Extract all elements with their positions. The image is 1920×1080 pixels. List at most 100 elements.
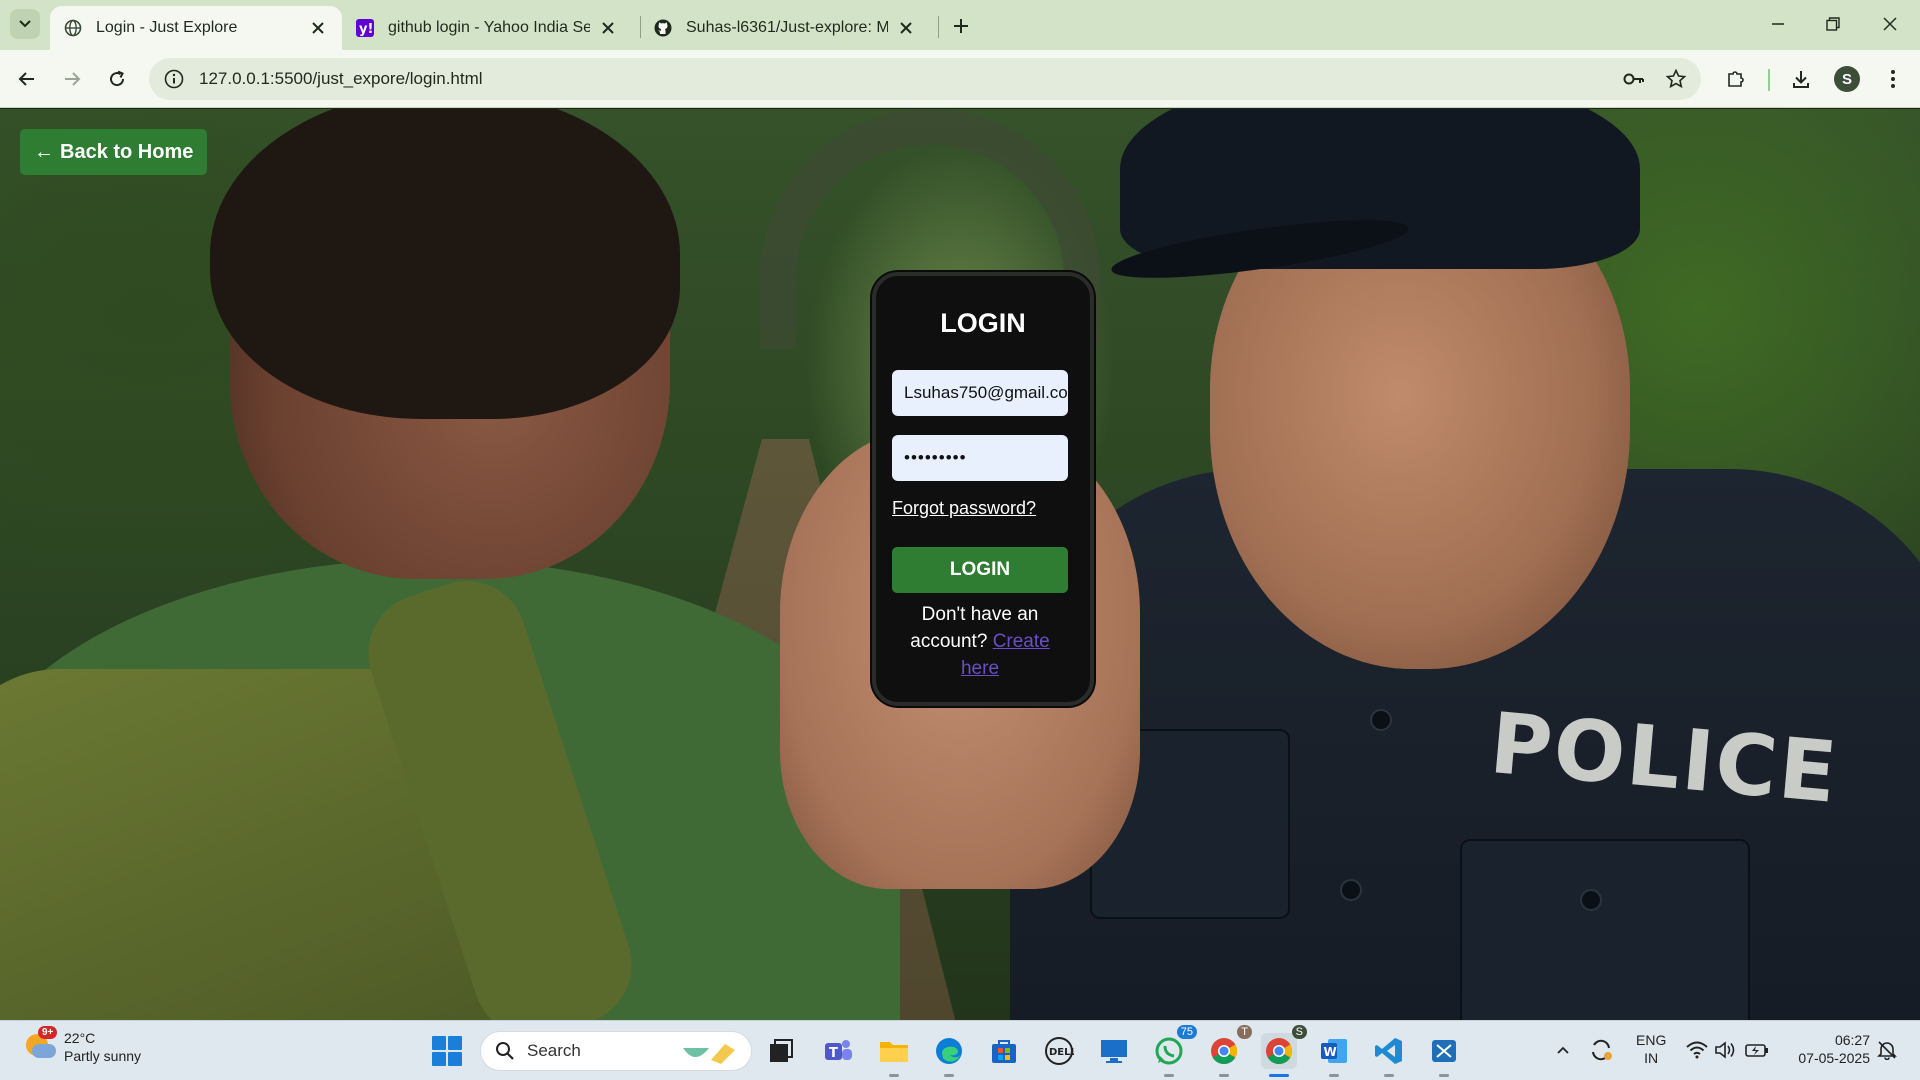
kebab-menu-icon	[1891, 70, 1895, 88]
vscode-icon	[1375, 1038, 1402, 1064]
arrow-right-icon	[65, 72, 81, 86]
tab-title: Login - Just Explore	[96, 19, 238, 36]
chevron-down-icon	[19, 20, 31, 28]
volume-button[interactable]	[1712, 1037, 1738, 1063]
battery-button[interactable]	[1744, 1037, 1770, 1063]
restore-icon	[1826, 17, 1840, 31]
downloads-button[interactable]	[1784, 62, 1818, 96]
region-code: IN	[1644, 1050, 1659, 1066]
uniform-pocket-right	[1460, 839, 1750, 1020]
plus-icon	[954, 19, 968, 33]
uniform-button	[1340, 879, 1362, 901]
svg-text:DELL: DELL	[1049, 1047, 1074, 1058]
show-hidden-icons-button[interactable]	[1550, 1037, 1576, 1063]
new-tab-button[interactable]	[947, 12, 975, 40]
store-app[interactable]	[986, 1033, 1022, 1069]
teams-app[interactable]: T	[820, 1033, 856, 1069]
file-explorer-app[interactable]	[876, 1033, 912, 1077]
github-icon	[654, 19, 672, 37]
monitor-icon	[1101, 1040, 1127, 1063]
notifications-button[interactable]	[1874, 1037, 1900, 1063]
sync-status-button[interactable]	[1588, 1037, 1614, 1063]
bookmark-star-icon[interactable]	[1659, 62, 1693, 96]
back-to-home-button[interactable]: ← Back to Home	[20, 129, 208, 175]
svg-text:y!: y!	[359, 22, 373, 37]
weather-temp: 22°C	[64, 1030, 96, 1046]
close-window-button[interactable]	[1868, 8, 1912, 40]
battery-charging-icon	[1745, 1044, 1768, 1057]
task-view-button[interactable]	[763, 1033, 799, 1069]
close-icon[interactable]	[308, 18, 328, 38]
url-text[interactable]: 127.0.0.1:5500/just_expore/login.html	[199, 69, 1617, 89]
search-highlight-icon	[683, 1044, 735, 1064]
weather-widget[interactable]: 9+ 22°C Partly sunny	[22, 1026, 141, 1065]
reload-button[interactable]	[100, 62, 134, 96]
bell-icon	[1877, 1041, 1897, 1060]
speaker-icon	[1715, 1041, 1735, 1059]
notification-badge: 9+	[38, 1026, 58, 1039]
minimize-icon	[1772, 23, 1784, 25]
login-button[interactable]: LOGIN	[892, 547, 1068, 593]
edge-app[interactable]	[931, 1033, 967, 1077]
tab-search-button[interactable]	[10, 9, 40, 39]
input-language-button[interactable]: ENG IN	[1636, 1031, 1666, 1067]
dell-app[interactable]: DELL	[1041, 1033, 1077, 1069]
menu-button[interactable]	[1876, 62, 1910, 96]
site-info-icon[interactable]	[163, 68, 185, 90]
whatsapp-badge: 75	[1176, 1025, 1197, 1039]
arrow-left-icon: ←	[34, 140, 54, 163]
close-icon[interactable]	[598, 18, 618, 38]
password-key-icon[interactable]	[1617, 62, 1651, 96]
close-icon	[1883, 17, 1897, 31]
page-viewport: POLICE ← Back to Home LOGIN Lsuhas750@gm…	[0, 109, 1920, 1020]
clock-date: 07-05-2025	[1798, 1050, 1870, 1066]
wifi-icon	[1686, 1041, 1708, 1059]
sync-icon	[1592, 1039, 1612, 1061]
vscode-app[interactable]	[1371, 1033, 1407, 1077]
reload-icon	[110, 70, 125, 87]
extensions-button[interactable]	[1719, 62, 1753, 96]
tab-separator	[938, 16, 939, 38]
store-icon	[992, 1040, 1016, 1063]
restore-button[interactable]	[1811, 8, 1855, 40]
chrome-app-profile-s[interactable]: S	[1261, 1025, 1307, 1077]
close-icon[interactable]	[896, 18, 916, 38]
signup-prompt: Don't have an account? Create here	[892, 601, 1068, 682]
uniform-button	[1370, 709, 1392, 731]
back-button[interactable]	[10, 62, 44, 96]
back-to-home-label: Back to Home	[60, 140, 194, 163]
email-field[interactable]: Lsuhas750@gmail.com	[892, 370, 1068, 416]
clock[interactable]: 06:27 07-05-2025	[1784, 1031, 1870, 1067]
minimize-button[interactable]	[1756, 8, 1800, 40]
edge-icon	[936, 1038, 962, 1064]
chrome-profile-badge: S	[1291, 1025, 1307, 1039]
tab-strip: Login - Just Explore y! github login - Y…	[0, 0, 1920, 50]
taskbar: 9+ 22°C Partly sunny Search T DELL 75 T …	[0, 1020, 1920, 1080]
address-bar[interactable]: 127.0.0.1:5500/just_expore/login.html	[149, 58, 1701, 100]
taskbar-search[interactable]: Search	[480, 1031, 752, 1071]
chrome-icon	[1266, 1038, 1293, 1065]
partly-sunny-icon: 9+	[22, 1026, 58, 1064]
tab-yahoo-search[interactable]: y! github login - Yahoo India Search	[342, 6, 632, 50]
yahoo-icon: y!	[356, 19, 374, 37]
chrome-app-profile-t[interactable]: T	[1206, 1025, 1252, 1077]
forgot-password-link[interactable]: Forgot password?	[892, 498, 1036, 519]
wifi-button[interactable]	[1684, 1037, 1710, 1063]
whatsapp-app[interactable]: 75	[1151, 1025, 1197, 1077]
tab-login[interactable]: Login - Just Explore	[50, 6, 342, 50]
forward-button[interactable]	[55, 62, 89, 96]
snipping-tool-app[interactable]	[1426, 1033, 1462, 1077]
svg-text:W: W	[1324, 1045, 1337, 1059]
profile-button[interactable]: S	[1830, 62, 1864, 96]
search-label: Search	[527, 1041, 581, 1060]
svg-text:T: T	[829, 1046, 838, 1061]
toolbar-divider	[1768, 69, 1770, 91]
tab-github-repo[interactable]: Suhas-l6361/Just-explore: My m	[640, 6, 930, 50]
snipping-icon	[1432, 1040, 1456, 1062]
word-app[interactable]: W	[1316, 1033, 1352, 1077]
windows-start-button[interactable]	[432, 1036, 462, 1066]
remote-desktop-app[interactable]	[1096, 1033, 1132, 1069]
chevron-up-icon	[1557, 1046, 1569, 1054]
password-field[interactable]: •••••••••	[892, 435, 1068, 481]
task-view-icon	[770, 1039, 793, 1062]
